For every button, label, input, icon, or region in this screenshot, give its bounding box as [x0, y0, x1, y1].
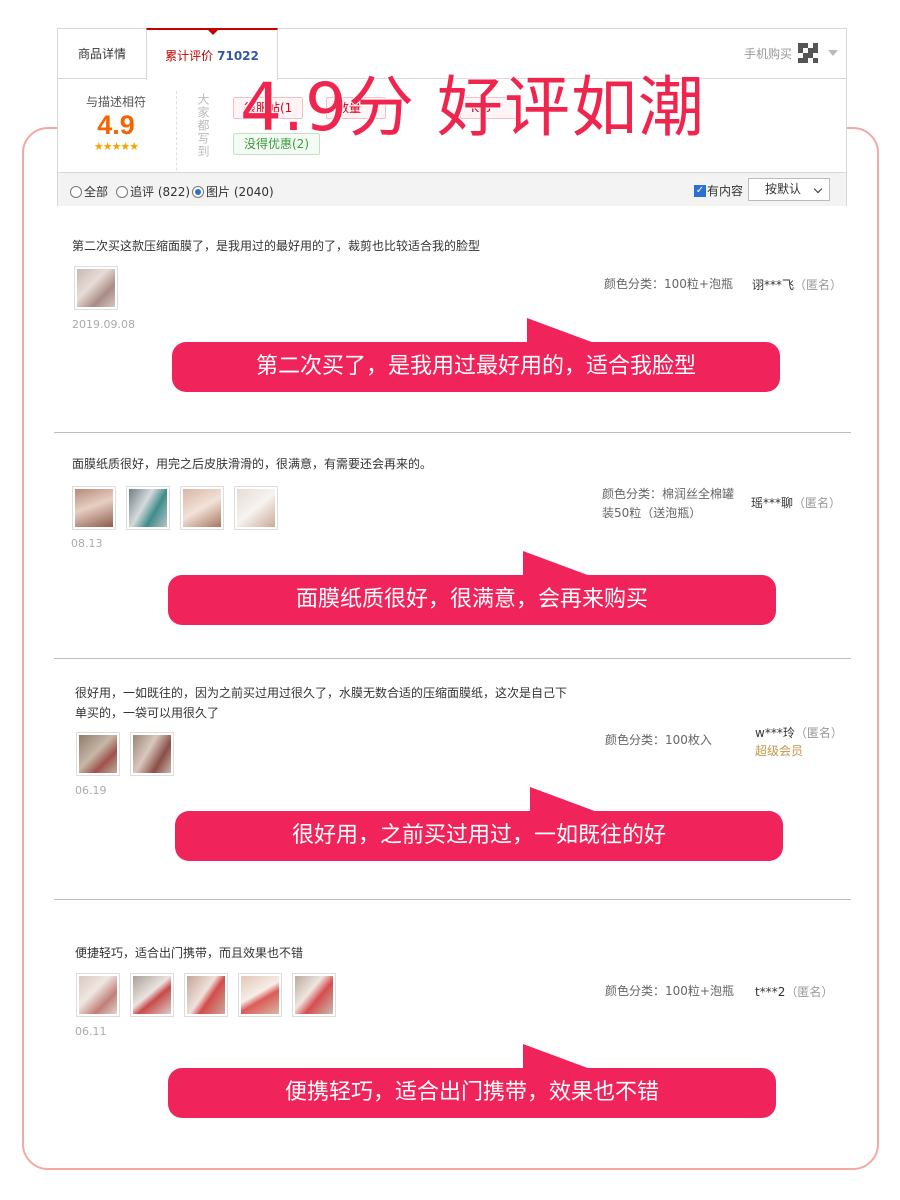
review-sku: 颜色分类：100粒+泡瓶: [604, 275, 733, 294]
rating-summary: 与描述相符 4.9 ★★★★★: [72, 93, 160, 153]
chevron-down-icon: [828, 50, 838, 56]
review-photo[interactable]: [130, 732, 174, 776]
has-content-checkbox[interactable]: ✓ 有内容: [694, 182, 743, 199]
review-highlight-banner: 便携轻巧，适合出门携带，效果也不错: [168, 1044, 776, 1118]
review-highlight-banner: 第二次买了，是我用过最好用的，适合我脸型: [172, 318, 780, 392]
reviewer-name: w***玲: [755, 726, 795, 740]
review-photo[interactable]: [180, 486, 224, 530]
sku-label: 颜色分类：: [604, 277, 665, 291]
vip-badge: 超级会员: [755, 744, 804, 758]
review-photos: [76, 732, 174, 776]
tab-reviews-count: 71022: [217, 49, 259, 63]
tab-reviews-label: 累计评价: [165, 49, 214, 63]
reviewer-name: 诩***飞: [752, 278, 795, 292]
review-sku: 颜色分类：100粒+泡瓶: [605, 982, 734, 1001]
review-photos: [74, 266, 118, 310]
review-text: 很好用，一如既往的，因为之前买过用过很久了，水膜无数合适的压缩面膜纸，这次是自己…: [75, 686, 568, 720]
review-date: 2019.09.08: [72, 318, 135, 331]
review-text: 面膜纸质很好，用完之后皮肤滑滑的，很满意，有需要还会再来的。: [72, 457, 433, 471]
reviewer: t***2（匿名）: [755, 983, 833, 1001]
rating-stars-icon: ★★★★★: [93, 140, 139, 153]
sku-label: 颜色分类：: [602, 487, 663, 501]
review-highlight-banner: 很好用，之前买过用过，一如既往的好: [175, 787, 783, 861]
review-photo[interactable]: [238, 973, 282, 1017]
review-text: 便捷轻巧，适合出门携带，而且效果也不错: [75, 946, 304, 960]
review-photo[interactable]: [76, 732, 120, 776]
reviewer: w***玲（匿名） 超级会员: [755, 724, 843, 760]
filter-pictures-label: 图片 (2040): [206, 185, 274, 199]
filter-followup-radio[interactable]: 追评 (822): [116, 183, 190, 200]
filter-pictures-radio[interactable]: 图片 (2040): [192, 183, 274, 200]
radio-icon: [116, 185, 128, 198]
chevron-down-icon: [813, 184, 823, 194]
filter-all-label: 全部: [84, 185, 109, 199]
reviewer: 瑶***聊（匿名）: [751, 494, 841, 512]
review-sku: 颜色分类：100枚入: [605, 731, 712, 750]
review-photo[interactable]: [126, 486, 170, 530]
sku-value: 100枚入: [665, 733, 712, 747]
radio-selected-icon: [192, 185, 204, 198]
review-photos: [76, 973, 336, 1017]
sort-select[interactable]: 按默认: [748, 178, 830, 201]
impressions-heading: 大家都写到: [196, 93, 210, 158]
review-filter-bar: 全部 追评 (822) 图片 (2040) ✓ 有内容 按默认: [58, 172, 846, 206]
promo-headline: 4.9分 好评如潮: [239, 68, 705, 147]
divider: [54, 899, 851, 900]
reviewer-anon: （匿名）: [785, 985, 834, 999]
review-text: 第二次买这款压缩面膜了，是我用过的最好用的了，裁剪也比较适合我的脸型: [72, 239, 481, 253]
reviewer-name: 瑶***聊: [751, 496, 794, 510]
reviewer-anon: （匿名）: [793, 496, 842, 510]
sort-select-value: 按默认: [765, 182, 802, 196]
review-date: 06.11: [75, 1025, 107, 1038]
filter-all-radio[interactable]: 全部: [70, 183, 108, 200]
checkmark-icon: ✓: [694, 184, 706, 197]
review-photo[interactable]: [292, 973, 336, 1017]
qr-code-icon: [798, 43, 818, 63]
sku-label: 颜色分类：: [605, 733, 666, 747]
reviewer-anon: （匿名）: [794, 726, 843, 740]
mobile-buy-label: 手机购买: [743, 46, 792, 61]
review-photo[interactable]: [184, 973, 228, 1017]
filter-followup-label: 追评 (822): [130, 185, 191, 199]
review-date: 08.13: [71, 537, 103, 550]
review-photo[interactable]: [234, 486, 278, 530]
reviewer: 诩***飞（匿名）: [752, 276, 842, 294]
reviewer-anon: （匿名）: [794, 278, 843, 292]
sku-value: 100粒+泡瓶: [665, 984, 734, 998]
review-sku: 颜色分类：棉润丝全棉罐装50粒（送泡瓶）: [602, 485, 742, 523]
divider: [54, 432, 851, 433]
active-tab-caret-icon: [208, 30, 218, 35]
sku-value: 100粒+泡瓶: [664, 277, 733, 291]
mobile-buy-link[interactable]: 手机购买: [744, 43, 838, 63]
review-photo[interactable]: [130, 973, 174, 1017]
rating-score: 4.9: [97, 110, 135, 140]
sku-label: 颜色分类：: [605, 984, 666, 998]
review-photo[interactable]: [72, 486, 116, 530]
rating-label: 与描述相符: [85, 95, 146, 109]
has-content-label: 有内容: [707, 184, 744, 198]
tab-product-detail[interactable]: 商品详情: [58, 29, 146, 79]
divider: [54, 658, 851, 659]
review-photo[interactable]: [76, 973, 120, 1017]
review-highlight-banner: 面膜纸质很好，很满意，会再来购买: [168, 551, 776, 625]
review-date: 06.19: [75, 784, 107, 797]
reviewer-name: t***2: [755, 985, 786, 999]
radio-icon: [70, 185, 82, 198]
review-photo[interactable]: [74, 266, 118, 310]
review-photos: [72, 486, 278, 530]
